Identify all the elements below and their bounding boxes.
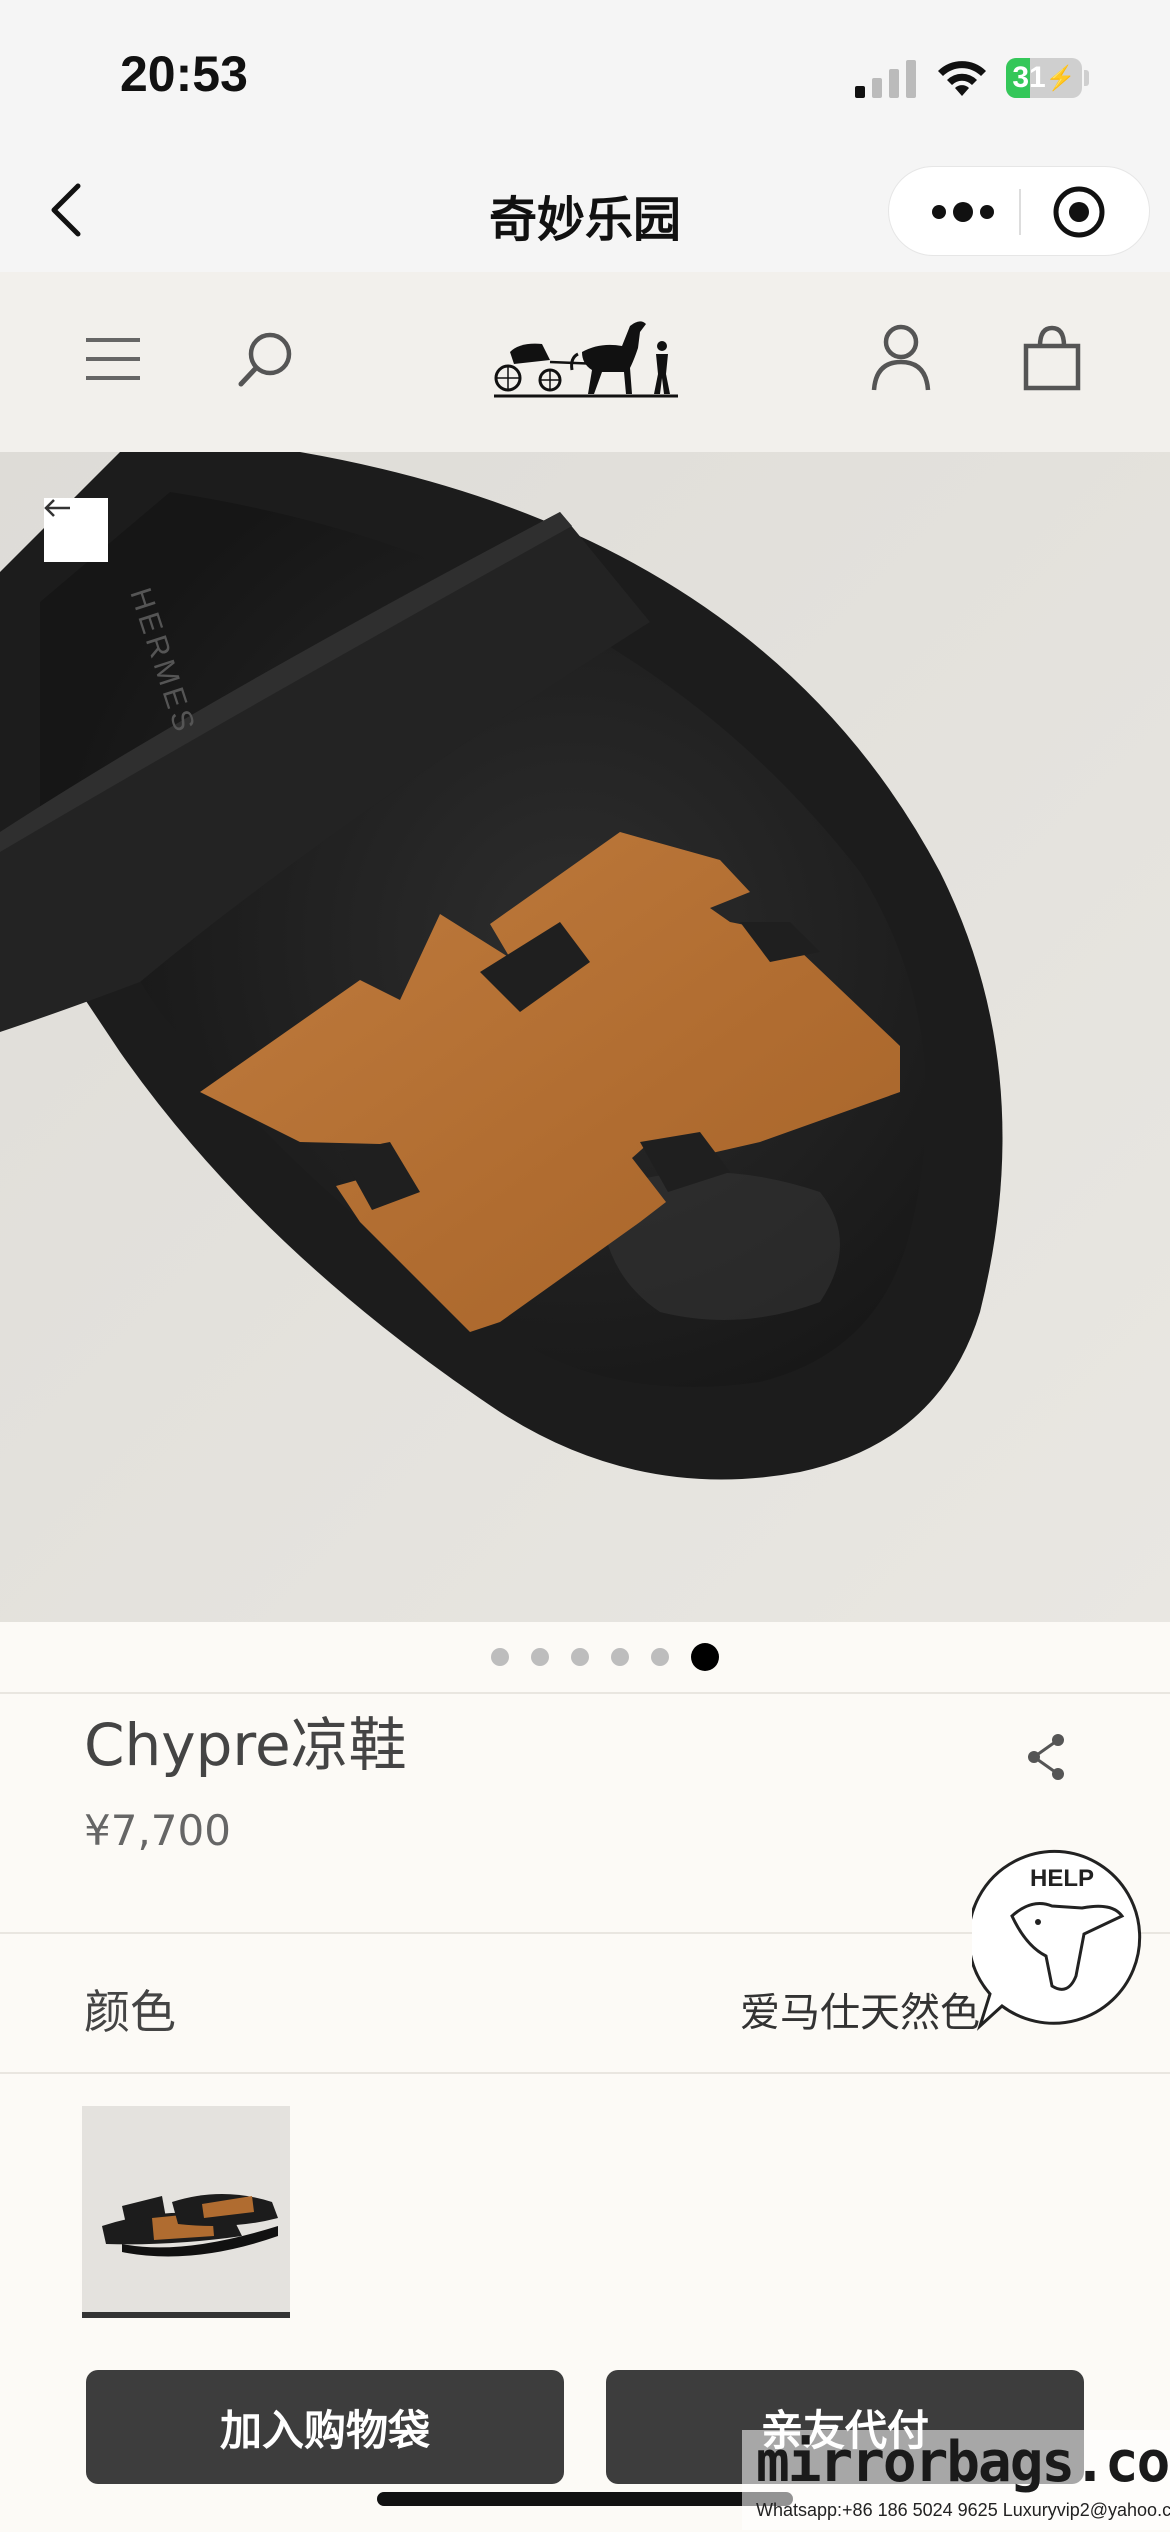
carousel-dot[interactable]	[491, 1648, 509, 1666]
help-chat-button[interactable]: HELP	[972, 1846, 1158, 2032]
gallery-back-button[interactable]	[44, 498, 108, 562]
product-price: ¥7,700	[84, 1806, 231, 1855]
color-swatch-thumbnail[interactable]	[82, 2106, 290, 2318]
account-icon[interactable]	[870, 322, 932, 392]
carousel-dot[interactable]	[531, 1648, 549, 1666]
watermark-contact: Whatsapp:+86 186 5024 9625 Luxuryvip2@ya…	[756, 2500, 1170, 2520]
home-indicator	[377, 2492, 793, 2506]
status-time: 20:53	[120, 46, 248, 102]
carousel-dot[interactable]	[691, 1643, 719, 1671]
battery-percent: 31 ⚡	[1012, 61, 1076, 94]
product-name: Chypre凉鞋	[84, 1711, 407, 1779]
shopping-bag-icon[interactable]	[1020, 322, 1084, 392]
watermark-main: mirrorbags.com	[756, 2430, 1170, 2495]
divider	[0, 1692, 1170, 1694]
wifi-icon	[938, 61, 986, 96]
more-options-icon[interactable]	[923, 189, 1003, 235]
arrow-left-icon	[44, 499, 70, 517]
search-icon[interactable]	[236, 328, 296, 388]
capsule-menu	[888, 166, 1150, 256]
color-label: 颜色	[84, 1985, 176, 2039]
sandal-photo: HERMES	[0, 452, 1170, 1622]
battery-indicator: 31 ⚡	[1006, 58, 1082, 98]
hermes-carriage-logo[interactable]	[490, 312, 682, 402]
close-target-icon[interactable]	[1051, 184, 1107, 240]
battery-tip	[1084, 70, 1089, 86]
mini-program-nav: 奇妙乐园	[0, 150, 1170, 272]
status-bar: 20:53 31 ⚡	[0, 0, 1170, 150]
watermark: mirrorbags.com Whatsapp:+86 186 5024 962…	[742, 2430, 1170, 2530]
cellular-signal-icon	[855, 60, 916, 98]
help-label: HELP	[1030, 1865, 1094, 1892]
divider	[0, 2072, 1170, 2074]
capsule-divider	[1019, 189, 1021, 235]
carousel-dots[interactable]	[0, 1622, 1170, 1692]
carousel-dot[interactable]	[571, 1648, 589, 1666]
add-to-bag-button[interactable]: 加入购物袋	[86, 2370, 564, 2484]
carousel-dot[interactable]	[611, 1648, 629, 1666]
carousel-dot[interactable]	[651, 1648, 669, 1666]
product-image[interactable]: HERMES	[0, 452, 1170, 1622]
sandal-thumbnail-image	[82, 2106, 290, 2312]
share-icon[interactable]	[1024, 1732, 1068, 1782]
site-header	[0, 272, 1170, 452]
menu-icon[interactable]	[84, 334, 142, 384]
color-value[interactable]: 爱马仕天然色	[740, 1980, 980, 2038]
